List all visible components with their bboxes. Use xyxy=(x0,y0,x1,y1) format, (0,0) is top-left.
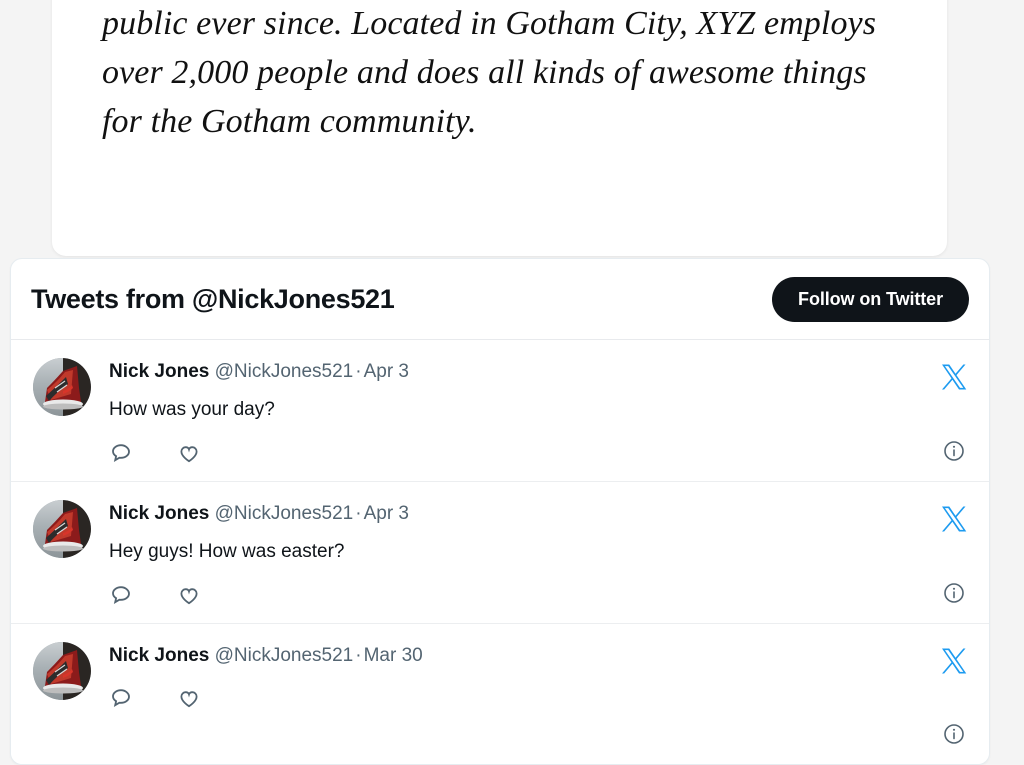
reply-bubble-icon[interactable] xyxy=(109,441,133,465)
sneaker-avatar-icon xyxy=(33,500,91,558)
tweet-right-column xyxy=(939,642,969,748)
tweet-author: Nick Jones xyxy=(109,503,210,524)
x-logo-icon[interactable] xyxy=(939,646,969,676)
tweet-item[interactable]: Nick Jones @NickJones521 · Mar 30 xyxy=(11,624,989,764)
tweet-text: Hey guys! How was easter? xyxy=(109,541,345,562)
page-root: 1971, and has been providing quality doo… xyxy=(0,0,1024,765)
x-logo-icon[interactable] xyxy=(939,504,969,534)
tweet-right-column xyxy=(939,358,969,465)
avatar[interactable] xyxy=(33,358,91,416)
tweet-separator: · xyxy=(355,503,362,524)
heart-icon[interactable] xyxy=(177,441,201,465)
reply-bubble-icon[interactable] xyxy=(109,686,133,710)
avatar[interactable] xyxy=(33,642,91,700)
tweet-actions xyxy=(109,583,925,607)
tweet-actions xyxy=(109,441,925,465)
tweet-separator: · xyxy=(355,361,362,382)
tweet-body: Nick Jones @NickJones521 · Mar 30 xyxy=(109,642,925,710)
tweet-handle[interactable]: @NickJones521 xyxy=(215,645,354,666)
twitter-widget-title: Tweets from @NickJones521 xyxy=(31,284,395,314)
avatar[interactable] xyxy=(33,500,91,558)
tweet-author: Nick Jones xyxy=(109,645,210,666)
tweet-date[interactable]: Apr 3 xyxy=(364,361,409,382)
tweet-meta: Nick Jones @NickJones521 · Apr 3 xyxy=(109,502,925,526)
tweet-item[interactable]: Nick Jones @NickJones521 · Apr 3 Hey guys!… xyxy=(11,482,989,624)
tweet-actions xyxy=(109,686,925,710)
info-circle-icon[interactable] xyxy=(942,722,966,746)
about-card: 1971, and has been providing quality doo… xyxy=(52,0,947,256)
info-circle-icon[interactable] xyxy=(942,439,966,463)
tweet-right-column xyxy=(939,500,969,607)
heart-icon[interactable] xyxy=(177,686,201,710)
tweet-list: Nick Jones @NickJones521 · Apr 3 How was y… xyxy=(11,340,989,764)
tweet-author: Nick Jones xyxy=(109,361,210,382)
tweet-meta: Nick Jones @NickJones521 · Mar 30 xyxy=(109,644,925,668)
tweet-date[interactable]: Apr 3 xyxy=(364,503,409,524)
follow-on-twitter-button[interactable]: Follow on Twitter xyxy=(772,277,969,322)
heart-icon[interactable] xyxy=(177,583,201,607)
x-logo-icon[interactable] xyxy=(939,362,969,392)
tweet-date[interactable]: Mar 30 xyxy=(364,645,423,666)
twitter-widget-header: Tweets from @NickJones521 Follow on Twit… xyxy=(11,259,989,340)
about-paragraph: 1971, and has been providing quality doo… xyxy=(102,5,877,140)
tweet-item[interactable]: Nick Jones @NickJones521 · Apr 3 How was y… xyxy=(11,340,989,482)
tweet-handle[interactable]: @NickJones521 xyxy=(215,503,354,524)
twitter-timeline-widget: Tweets from @NickJones521 Follow on Twit… xyxy=(10,258,990,765)
sneaker-avatar-icon xyxy=(33,642,91,700)
reply-bubble-icon[interactable] xyxy=(109,583,133,607)
sneaker-avatar-icon xyxy=(33,358,91,416)
tweet-text: How was your day? xyxy=(109,399,275,420)
tweet-handle[interactable]: @NickJones521 xyxy=(215,361,354,382)
tweet-body: Nick Jones @NickJones521 · Apr 3 Hey guys!… xyxy=(109,500,925,607)
info-circle-icon[interactable] xyxy=(942,581,966,605)
tweet-meta: Nick Jones @NickJones521 · Apr 3 xyxy=(109,360,925,384)
tweet-body: Nick Jones @NickJones521 · Apr 3 How was y… xyxy=(109,358,925,465)
tweet-separator: · xyxy=(355,645,362,666)
